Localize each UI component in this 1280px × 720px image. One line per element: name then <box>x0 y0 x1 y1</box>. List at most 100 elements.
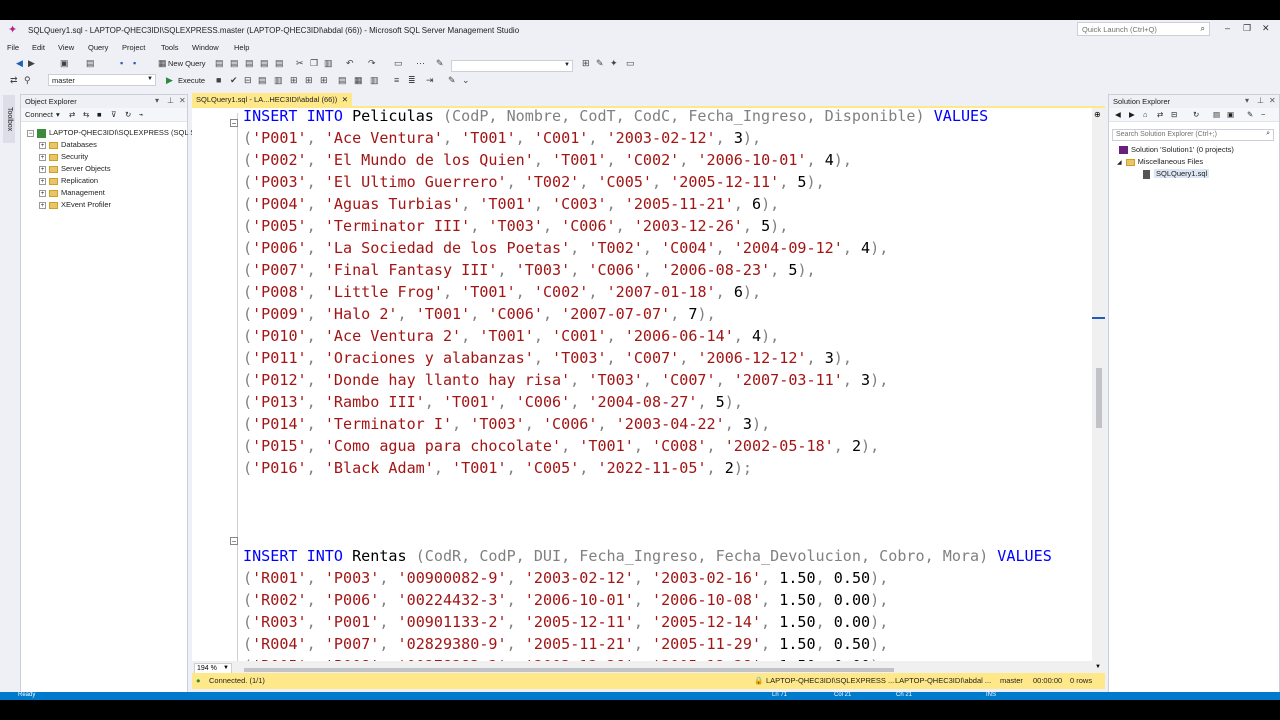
sync-icon[interactable]: ⇄ <box>1157 110 1163 119</box>
solution-node[interactable]: Solution 'Solution1' (0 projects) <box>1119 145 1234 155</box>
peliculas-row-11[interactable]: ('P011', 'Oraciones y alabanzas', 'T003'… <box>243 347 1052 369</box>
expand-icon[interactable]: + <box>39 177 46 185</box>
back-icon[interactable]: ◀ <box>1115 110 1121 119</box>
misc-files-node[interactable]: ◢ Miscellaneous Files <box>1117 157 1203 166</box>
dmx-query-icon[interactable]: ▤ <box>245 58 254 68</box>
code-area[interactable]: INSERT INTO Peliculas (CodP, Nombre, Cod… <box>243 108 1052 661</box>
include-plan-icon[interactable]: ⊞ <box>290 75 298 85</box>
uncomment-icon[interactable]: ≣ <box>408 75 416 85</box>
intellisense-icon[interactable]: ▥ <box>274 75 283 85</box>
peliculas-row-8[interactable]: ('P008', 'Little Frog', 'T001', 'C002', … <box>243 281 1052 303</box>
peliculas-row-1[interactable]: ('P001', 'Ace Ventura', 'T001', 'C001', … <box>243 127 1052 149</box>
peliculas-row-7[interactable]: ('P007', 'Final Fantasy III', 'T003', 'C… <box>243 259 1052 281</box>
peliculas-insert-line[interactable]: INSERT INTO Peliculas (CodP, Nombre, Cod… <box>243 108 1052 127</box>
menu-window[interactable]: Window <box>192 43 219 52</box>
tree-node-management[interactable]: + Management <box>39 188 105 197</box>
live-stats-icon[interactable]: ⊞ <box>305 75 313 85</box>
peliculas-row-12[interactable]: ('P012', 'Donde hay llanto hay risa', 'T… <box>243 369 1052 391</box>
tree-node-databases[interactable]: + Databases <box>39 140 97 149</box>
home-icon[interactable]: ⌂ <box>1143 110 1148 119</box>
database-select[interactable]: master ▼ <box>48 74 156 86</box>
rentas-insert-line[interactable]: INSERT INTO Rentas (CodR, CodP, DUI, Fec… <box>243 545 1052 567</box>
solution-search-input[interactable]: Search Solution Explorer (Ctrl+;) ⌕ <box>1112 129 1274 141</box>
menu-tools[interactable]: Tools <box>161 43 179 52</box>
menu-edit[interactable]: Edit <box>32 43 45 52</box>
blank-line[interactable] <box>243 479 1052 501</box>
peliculas-row-6[interactable]: ('P006', 'La Sociedad de los Poetas', 'T… <box>243 237 1052 259</box>
new-query-button[interactable]: New Query <box>168 59 206 68</box>
results-file-icon[interactable]: ▥ <box>370 75 379 85</box>
filter-icon[interactable]: ⚲ <box>24 75 31 85</box>
peliculas-row-13[interactable]: ('P013', 'Rambo III', 'T001', 'C006', '2… <box>243 391 1052 413</box>
comment-icon[interactable]: ≡ <box>394 75 399 85</box>
open-icon[interactable]: ▤ <box>86 58 95 68</box>
execute-icon[interactable]: ▶ <box>166 75 173 85</box>
cancel-query-icon[interactable]: ■ <box>216 75 221 85</box>
expand-icon[interactable]: + <box>39 165 46 173</box>
close-icon[interactable]: ✕ <box>179 96 186 105</box>
quick-launch-input[interactable]: Quick Launch (Ctrl+Q) ⌕ <box>1077 22 1210 36</box>
rentas-row-1[interactable]: ('R001', 'P003', '00900082-9', '2003-02-… <box>243 567 1052 589</box>
copy-icon[interactable]: ❐ <box>310 58 318 68</box>
undo-icon[interactable]: ↶ <box>346 58 354 68</box>
filter-icon[interactable]: ⊽ <box>111 110 117 119</box>
filter-icon[interactable]: ⋯ <box>416 58 425 68</box>
toolbox-tab[interactable]: Toolbox <box>3 95 15 143</box>
minus-icon[interactable]: − <box>1261 110 1265 119</box>
window-icon[interactable]: ▭ <box>394 58 403 68</box>
tree-node-security[interactable]: + Security <box>39 152 88 161</box>
minimize-button[interactable]: – <box>1225 23 1230 33</box>
properties-icon[interactable]: ✎ <box>596 58 604 68</box>
tree-node-server-objects[interactable]: + Server Objects <box>39 164 111 173</box>
specify-values-icon[interactable]: ✎ <box>448 75 456 85</box>
collapse-arrow-icon[interactable]: ◢ <box>1117 160 1122 166</box>
find-combo[interactable]: ▼ <box>451 60 573 72</box>
close-tab-icon[interactable]: ✕ <box>342 95 348 104</box>
rentas-row-2[interactable]: ('R002', 'P006', '00224432-3', '2006-10-… <box>243 589 1052 611</box>
rentas-row-3[interactable]: ('R003', 'P001', '00901133-2', '2005-12-… <box>243 611 1052 633</box>
rentas-row-4[interactable]: ('R004', 'P007', '02829380-9', '2005-11-… <box>243 633 1052 655</box>
peliculas-row-10[interactable]: ('P010', 'Ace Ventura 2', 'T001', 'C001'… <box>243 325 1052 347</box>
query-designer-icon[interactable]: ▤ <box>258 75 267 85</box>
menu-file[interactable]: File <box>7 43 19 52</box>
new-file-icon[interactable]: ▣ <box>60 58 69 68</box>
scroll-thumb[interactable] <box>1096 368 1102 428</box>
chevron-down-icon[interactable]: ▾ <box>56 110 60 119</box>
horizontal-scroll-thumb[interactable] <box>244 668 894 672</box>
display-plan-icon[interactable]: ⊟ <box>244 75 252 85</box>
expand-icon[interactable]: + <box>39 201 46 209</box>
close-button[interactable]: ✕ <box>1262 23 1270 34</box>
close-icon[interactable]: ✕ <box>1269 96 1276 105</box>
connect-button[interactable]: Connect <box>25 110 53 119</box>
properties-icon[interactable]: ✎ <box>1247 110 1253 119</box>
paste-icon[interactable]: ▥ <box>324 58 333 68</box>
collapse-icon[interactable]: − <box>27 129 34 137</box>
sql-file-node[interactable]: SQLQuery1.sql <box>1143 169 1210 179</box>
parse-icon[interactable]: ✔ <box>230 75 238 85</box>
tree-node-replication[interactable]: + Replication <box>39 176 98 185</box>
show-all-icon[interactable]: ▤ <box>1213 110 1220 119</box>
server-node[interactable]: − LAPTOP-QHEC3IDI\SQLEXPRESS (SQL S <box>27 128 195 138</box>
back-icon[interactable]: ◀ <box>16 58 23 68</box>
save-all-icon[interactable]: ▪ <box>133 58 136 68</box>
connect-icon[interactable]: ⇄ <box>10 75 18 85</box>
menu-project[interactable]: Project <box>122 43 145 52</box>
mdx-query-icon[interactable]: ▤ <box>230 58 239 68</box>
expand-icon[interactable]: + <box>39 153 46 161</box>
split-icon[interactable]: ⊕ <box>1094 110 1101 119</box>
xmla-query-icon[interactable]: ▤ <box>260 58 269 68</box>
peliculas-row-3[interactable]: ('P003', 'El Ultimo Guerrero', 'T002', '… <box>243 171 1052 193</box>
tree-node-xevent-profiler[interactable]: + XEvent Profiler <box>39 200 111 209</box>
solution-config-icon[interactable]: ⊞ <box>582 58 590 68</box>
tab-sqlquery1[interactable]: SQLQuery1.sql - LA...HEC3IDI\abdal (66))… <box>192 93 352 107</box>
save-icon[interactable]: ▪ <box>120 58 123 68</box>
peliculas-row-16[interactable]: ('P016', 'Black Adam', 'T001', 'C005', '… <box>243 457 1052 479</box>
preview-icon[interactable]: ▣ <box>1227 110 1234 119</box>
overflow-icon[interactable]: ⌄ <box>462 75 470 85</box>
peliculas-row-9[interactable]: ('P009', 'Halo 2', 'T001', 'C006', '2007… <box>243 303 1052 325</box>
results-text-icon[interactable]: ▤ <box>338 75 347 85</box>
cut-icon[interactable]: ✂ <box>296 58 304 68</box>
restore-button[interactable]: ❐ <box>1243 23 1251 34</box>
refresh-icon[interactable]: ↻ <box>125 110 131 119</box>
find-icon[interactable]: ✎ <box>436 58 444 68</box>
